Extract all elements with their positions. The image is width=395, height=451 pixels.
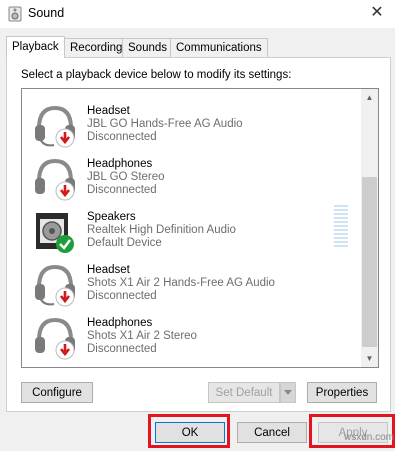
device-name: Speakers (87, 211, 136, 223)
set-default-dropdown-arrow-icon[interactable] (280, 382, 296, 403)
volume-level-meter (334, 205, 348, 249)
scroll-down-arrow-icon[interactable]: ▼ (361, 350, 378, 367)
ok-highlight-box (148, 414, 230, 448)
list-item[interactable]: Headset JBL GO Hands-Free AG Audio Disco… (22, 99, 362, 152)
list-item[interactable]: Headphones JBL GO Stereo Disconnected (22, 152, 362, 205)
list-item[interactable]: Headphones Shots X1 Air 2 Stereo Disconn… (22, 311, 362, 364)
tab-communications[interactable]: Communications (170, 38, 268, 57)
headset-icon (40, 88, 70, 95)
scrollbar-thumb[interactable] (362, 177, 377, 347)
device-name: Headphones (87, 158, 153, 170)
tab-sounds[interactable]: Sounds (122, 38, 174, 57)
window-title: Sound (28, 6, 65, 20)
device-status: Default Device (87, 237, 162, 249)
device-description: Shots X1 Air 2 Hands-Free AG Audio (87, 277, 275, 289)
device-list[interactable]: Headset JBL GO Hands-Free AG Audio Disco… (21, 88, 379, 368)
title-bar: Sound ✕ (0, 0, 395, 28)
properties-button[interactable]: Properties (307, 382, 377, 403)
playback-panel: Select a playback device below to modify… (6, 57, 391, 412)
device-description: Shots X1 Air 2 Stereo (87, 330, 197, 342)
list-scrollbar[interactable]: ▲ ▼ (361, 89, 378, 367)
device-name: Headset (87, 264, 130, 276)
speakers-default-icon (36, 213, 74, 253)
configure-button[interactable]: Configure (21, 382, 93, 403)
cancel-button[interactable]: Cancel (237, 422, 307, 443)
close-button[interactable]: ✕ (365, 2, 389, 24)
speaker-app-icon (8, 6, 22, 22)
tab-playback[interactable]: Playback (6, 36, 65, 58)
device-name: Headphones (87, 317, 153, 329)
headset-disconnected-icon (35, 105, 75, 148)
headphones-disconnected-icon (35, 158, 75, 201)
instructions-text: Select a playback device below to modify… (21, 69, 292, 81)
device-name: Headset (87, 105, 130, 117)
device-status: Disconnected (87, 343, 157, 355)
scroll-up-arrow-icon[interactable]: ▲ (361, 89, 378, 106)
device-status: Disconnected (87, 184, 157, 196)
list-item[interactable]: Headset Shots X1 Air 2 Hands-Free AG Aud… (22, 258, 362, 311)
device-description: Realtek High Definition Audio (87, 224, 236, 236)
device-description: JBL GO Hands-Free AG Audio (87, 118, 243, 130)
device-status: Disconnected (87, 290, 157, 302)
headphones-disconnected-icon (35, 317, 75, 360)
watermark-text: wsxdn.com (344, 432, 395, 443)
tab-recording[interactable]: Recording (64, 38, 129, 57)
headset-disconnected-icon (35, 264, 75, 307)
device-status: Disconnected (87, 131, 157, 143)
list-item[interactable]: Speakers Realtek High Definition Audio D… (22, 205, 362, 258)
set-default-button[interactable]: Set Default (208, 382, 280, 403)
device-description: JBL GO Stereo (87, 171, 165, 183)
